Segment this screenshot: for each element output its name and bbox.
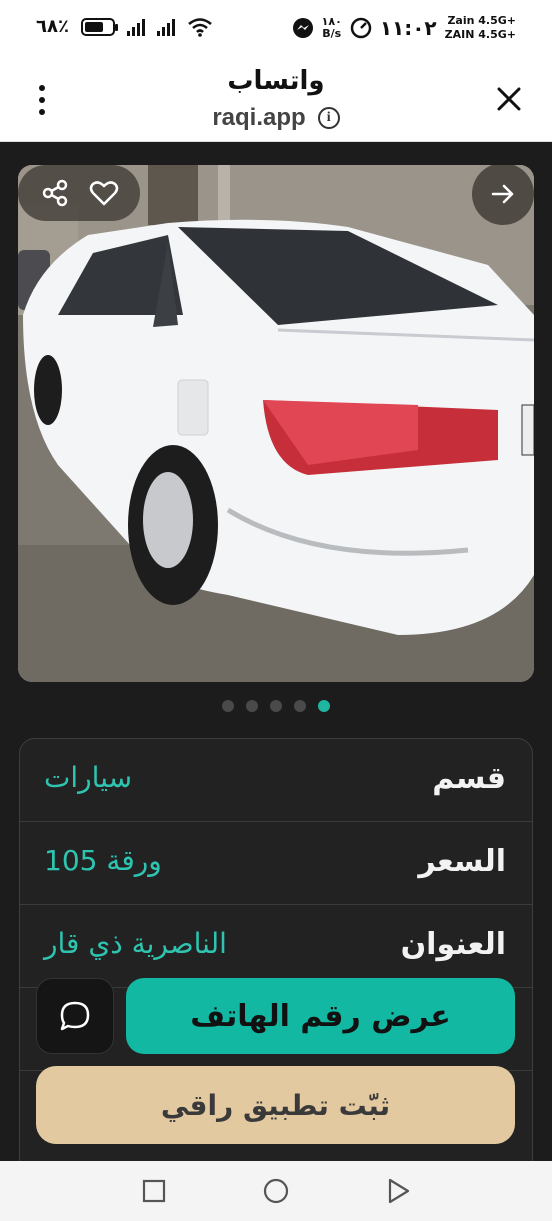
pagination-dot[interactable] <box>318 700 330 712</box>
pagination-dot[interactable] <box>222 700 234 712</box>
triangle-icon <box>388 1178 410 1204</box>
car-photo <box>18 165 534 682</box>
url-text[interactable]: raqi.app <box>212 104 305 132</box>
pagination-dot[interactable] <box>270 700 282 712</box>
speedometer-icon <box>350 17 372 39</box>
network-speed: ١٨٠ B/s <box>322 16 342 40</box>
signal-icon-2 <box>156 18 175 36</box>
chat-bubble-icon <box>60 1001 90 1031</box>
clock: ١١:٠٢ <box>379 16 437 40</box>
wifi-icon <box>188 17 212 37</box>
next-photo-button[interactable] <box>472 165 534 225</box>
status-left: ٦٨٪ <box>36 16 213 37</box>
detail-row-price: السعر 105 ورقة <box>20 822 532 905</box>
status-bar: ٦٨٪ ١٨٠ B/s ١١:٠٢ Zain 4.5G+ ZAIN 4.5G+ <box>0 0 552 60</box>
detail-value: سيارات <box>44 761 133 794</box>
share-icon[interactable] <box>40 178 70 208</box>
install-app-button[interactable]: ثبّت تطبيق راقي <box>36 1066 515 1144</box>
heart-icon[interactable] <box>89 178 119 208</box>
network-speed-unit: B/s <box>322 27 342 40</box>
url-row: raqi.app i <box>0 104 552 132</box>
carrier-1: Zain 4.5G+ <box>447 14 516 27</box>
detail-value: 105 ورقة <box>44 844 162 877</box>
arrow-right-icon <box>491 184 514 204</box>
home-button[interactable] <box>261 1176 291 1206</box>
show-phone-button[interactable]: عرض رقم الهاتف <box>126 978 515 1054</box>
back-button[interactable] <box>383 1176 413 1206</box>
detail-label: العنوان <box>400 927 506 962</box>
status-right: ١٨٠ B/s ١١:٠٢ Zain 4.5G+ ZAIN 4.5G+ <box>292 14 516 42</box>
close-icon[interactable] <box>496 86 522 112</box>
detail-label: قسم <box>432 761 506 796</box>
messenger-icon <box>292 18 313 38</box>
chat-button[interactable] <box>36 978 114 1054</box>
detail-row-category: قسم سيارات <box>20 739 532 822</box>
pagination-dot[interactable] <box>294 700 306 712</box>
battery-icon <box>80 17 118 36</box>
detail-row-address: العنوان الناصرية ذي قار <box>20 905 532 988</box>
carrier-2: ZAIN 4.5G+ <box>444 28 516 41</box>
listing-photo[interactable] <box>18 165 534 682</box>
detail-value: الناصرية ذي قار <box>44 927 227 960</box>
battery-percent: ٦٨٪ <box>36 16 69 37</box>
recents-button[interactable] <box>139 1176 169 1206</box>
photo-actions <box>18 165 140 221</box>
battery-level <box>84 21 103 32</box>
carriers: Zain 4.5G+ ZAIN 4.5G+ <box>445 14 516 42</box>
browser-toolbar: واتساب raqi.app i <box>0 60 552 142</box>
detail-label: السعر <box>418 844 506 879</box>
gallery-pagination <box>0 700 552 712</box>
circle-icon <box>263 1178 289 1204</box>
pagination-dot[interactable] <box>246 700 258 712</box>
square-icon <box>142 1179 166 1203</box>
info-icon[interactable]: i <box>317 107 340 129</box>
signal-icon-1 <box>126 18 145 36</box>
system-nav-bar <box>0 1161 552 1221</box>
browser-title: واتساب <box>227 66 325 96</box>
